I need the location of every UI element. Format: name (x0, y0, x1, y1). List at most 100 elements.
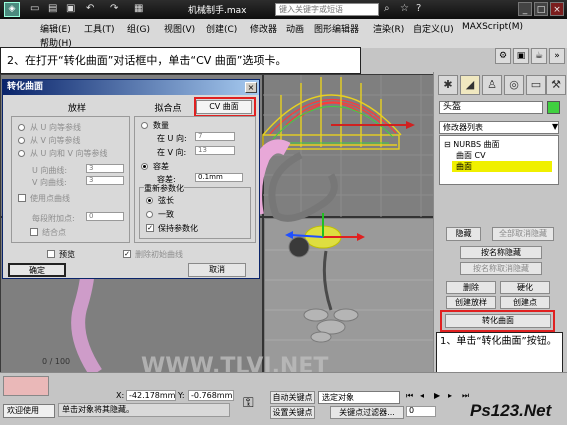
key-filters-button[interactable]: 关键点过滤器... (330, 406, 404, 419)
chevron-down-icon[interactable]: ▼ (552, 122, 558, 131)
menu-rendering[interactable]: 渲染(R) (373, 22, 404, 35)
maxscript-listener[interactable] (3, 376, 49, 396)
render-frame-icon[interactable]: ▣ (513, 48, 529, 64)
label-extra-points: 每段附加点: (32, 214, 75, 223)
community-icon[interactable]: ☆ (400, 3, 409, 14)
play-icon[interactable]: ▶ (434, 391, 440, 400)
ok-button[interactable]: 确定 (8, 263, 66, 277)
menu-modifiers[interactable]: 修改器 (250, 22, 277, 35)
radio-from-uv[interactable] (18, 150, 25, 157)
motion-tab-icon[interactable]: ◎ (504, 75, 524, 95)
v-curves-spinner[interactable]: 3 (86, 176, 124, 185)
label-u-curves: U 向曲线: (32, 166, 68, 175)
tolerance-spinner[interactable]: 0.1mm (195, 173, 243, 182)
radio-from-v[interactable] (18, 137, 25, 144)
hierarchy-tab-icon[interactable]: ♙ (482, 75, 502, 95)
unhide-all-button[interactable]: 全部取消隐藏 (492, 227, 554, 241)
menu-create[interactable]: 创建(C) (206, 22, 237, 35)
open-file-icon[interactable]: ▤ (48, 3, 57, 14)
new-file-icon[interactable]: ▭ (30, 3, 39, 14)
label-from-uv: 从 U 向和 V 向等参线 (30, 149, 108, 158)
object-color-swatch[interactable] (547, 101, 560, 114)
minimize-icon[interactable]: _ (518, 2, 532, 16)
fit-points-checkbox[interactable] (30, 228, 38, 236)
use-point-curves-checkbox[interactable] (18, 194, 26, 202)
radio-count[interactable] (141, 122, 148, 129)
selected-object-dropdown[interactable]: 选定对象 (318, 391, 400, 404)
save-file-icon[interactable]: ▣ (66, 3, 75, 14)
auto-key-button[interactable]: 自动关键点 (270, 391, 315, 404)
harden-button[interactable]: 硬化 (500, 281, 550, 294)
toolbar-more-icon[interactable]: » (549, 48, 565, 64)
search-input[interactable]: 键入关键字或短语 (275, 3, 379, 16)
title-bar: ◈ ▭ ▤ ▣ ↶ ↷ ▦ 机械制手.max 键入关键字或短语 ⌕ ☆ ? _ … (0, 0, 567, 19)
create-loft-button[interactable]: 创建放样 (446, 296, 496, 309)
current-frame-field[interactable]: 0 (406, 406, 436, 417)
render-teapot-icon[interactable]: ☕ (531, 48, 547, 64)
menu-view[interactable]: 视图(V) (164, 22, 195, 35)
delete-original-checkbox[interactable]: ✓ (123, 250, 131, 258)
stack-item-surface-cv[interactable]: 曲面 CV (456, 150, 486, 161)
goto-end-icon[interactable]: ⏭ (462, 391, 469, 401)
menu-group[interactable]: 组(G) (127, 22, 150, 35)
menu-edit[interactable]: 编辑(E) (40, 22, 71, 35)
label-in-u: 在 U 向: (157, 134, 187, 143)
object-name-input[interactable]: 头盔 (439, 101, 543, 114)
utilities-tab-icon[interactable]: ⚒ (546, 75, 566, 95)
create-point-button[interactable]: 创建点 (500, 296, 550, 309)
goto-start-icon[interactable]: ⏮ (406, 391, 413, 401)
u-curves-spinner[interactable]: 3 (86, 164, 124, 173)
y-coordinate-field[interactable]: -0.768mm (188, 390, 234, 401)
stack-item-nurbs[interactable]: ⊟ NURBS 曲面 (444, 139, 500, 150)
menu-tools[interactable]: 工具(T) (84, 22, 115, 35)
menu-graph-editors[interactable]: 图形编辑器 (314, 22, 359, 35)
prompt-line: 单击对象将其隐藏。 (58, 403, 230, 417)
label-uniform: 一致 (158, 210, 174, 219)
x-coordinate-field[interactable]: -42.178mm (126, 390, 176, 401)
maximize-icon[interactable]: □ (534, 2, 548, 16)
hide-by-name-button[interactable]: 按名称隐藏 (460, 246, 542, 259)
menu-customize[interactable]: 自定义(U) (413, 22, 454, 35)
app-logo-icon[interactable]: ◈ (4, 2, 20, 17)
close-window-icon[interactable]: × (550, 2, 564, 16)
radio-tolerance[interactable] (141, 163, 148, 170)
cancel-button[interactable]: 取消 (188, 263, 246, 277)
dialog-close-icon[interactable]: × (245, 82, 257, 93)
tab-loft[interactable]: 放样 (47, 101, 107, 114)
extra-points-spinner[interactable]: 0 (86, 212, 124, 221)
redo-icon[interactable]: ↷ (110, 3, 118, 14)
create-tab-icon[interactable]: ✱ (438, 75, 458, 95)
stack-item-surface[interactable]: 曲面 (452, 161, 552, 172)
welcome-field[interactable]: 欢迎使用 (3, 404, 55, 418)
radio-chord-length[interactable] (146, 197, 153, 204)
render-setup-icon[interactable]: ⚙ (495, 48, 511, 64)
next-frame-icon[interactable]: ▸ (448, 391, 452, 400)
set-key-button[interactable]: 设置关键点 (270, 406, 315, 419)
modify-tab-icon[interactable]: ◢ (460, 75, 480, 95)
menu-animation[interactable]: 动画 (286, 22, 304, 35)
hide-button[interactable]: 隐藏 (446, 227, 481, 241)
y-label: Y: (178, 391, 185, 400)
radio-from-u[interactable] (18, 124, 25, 131)
menu-maxscript[interactable]: MAXScript(M) (462, 22, 523, 32)
reparam-group: 重新参数化 弦长 一致 ✓ 保持参数化 (139, 183, 251, 239)
tab-fit-points[interactable]: 拟合点 (143, 101, 193, 114)
prev-frame-icon[interactable]: ◂ (420, 391, 424, 400)
preview-checkbox[interactable] (47, 250, 55, 258)
in-v-spinner[interactable]: 13 (195, 146, 235, 155)
keep-param-checkbox[interactable]: ✓ (146, 224, 154, 232)
unhide-by-name-button[interactable]: 按名称取消隐藏 (460, 262, 542, 275)
modifier-list-dropdown[interactable]: 修改器列表 (439, 121, 559, 134)
label-delete-original: 删除初始曲线 (135, 250, 183, 259)
label-from-u: 从 U 向等参线 (30, 123, 81, 132)
project-folder-icon[interactable]: ▦ (134, 3, 143, 14)
radio-uniform[interactable] (146, 211, 153, 218)
display-tab-icon[interactable]: ▭ (526, 75, 546, 95)
undo-icon[interactable]: ↶ (86, 3, 94, 14)
help-icon[interactable]: ? (416, 3, 421, 14)
key-icon[interactable]: ⚿ (243, 395, 254, 411)
label-keep-param: 保持参数化 (158, 224, 198, 233)
in-u-spinner[interactable]: 7 (195, 132, 235, 141)
search-icon[interactable]: ⌕ (384, 3, 390, 14)
delete-button[interactable]: 删除 (446, 281, 496, 294)
